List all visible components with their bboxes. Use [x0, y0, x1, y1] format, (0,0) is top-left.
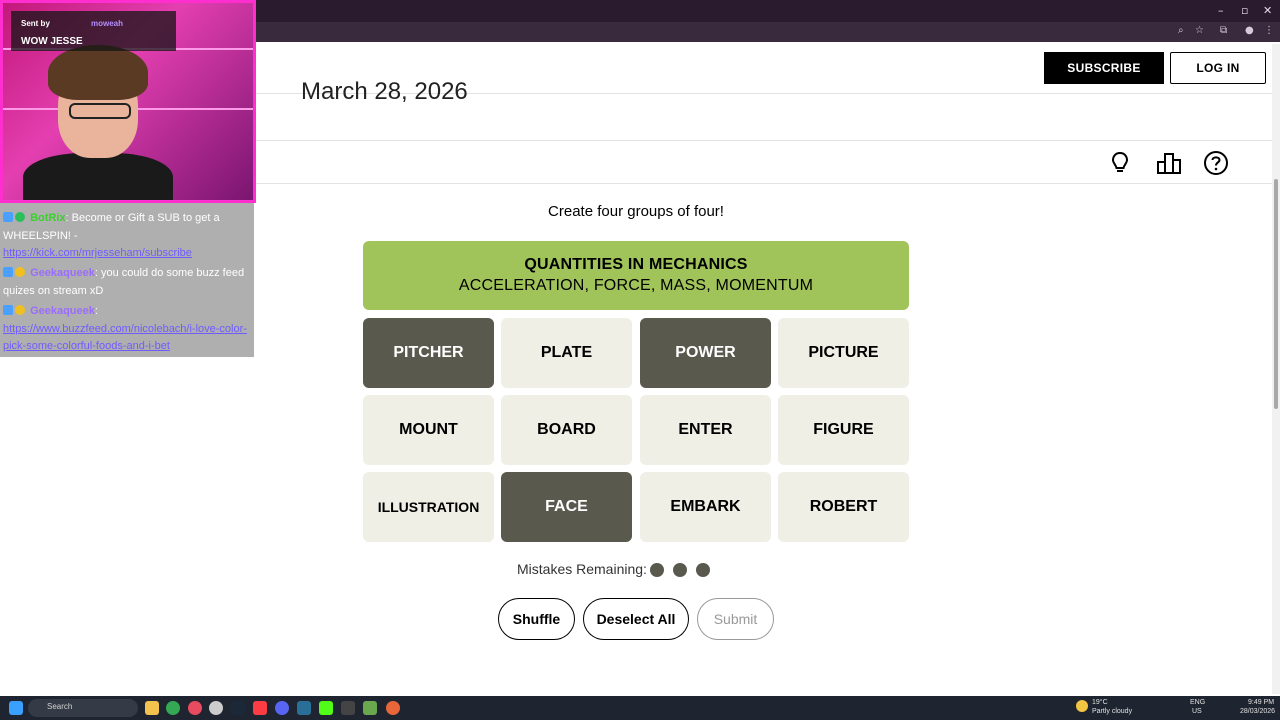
minimize-icon[interactable]: – — [1218, 4, 1224, 17]
chat-username: Geekaqueek — [30, 305, 95, 317]
mistake-dot — [650, 563, 664, 577]
zoom-icon[interactable]: ⌕ — [1178, 25, 1184, 36]
extensions-icon[interactable]: ⧉ — [1220, 25, 1227, 36]
taskbar-search-label: Search — [47, 702, 73, 711]
word-tile[interactable]: FIGURE — [778, 395, 909, 465]
language-region[interactable]: US — [1192, 708, 1202, 715]
leaderboard-icon[interactable] — [1155, 149, 1183, 177]
language-code[interactable]: ENG — [1190, 699, 1205, 706]
menu-icon[interactable]: ⋮ — [1264, 25, 1274, 36]
hint-bulb-icon[interactable] — [1106, 149, 1134, 177]
kick-icon[interactable] — [319, 701, 333, 715]
weather-desc: Partly cloudy — [1092, 708, 1133, 715]
weather-icon[interactable] — [1076, 700, 1088, 712]
sub-badge-icon — [15, 305, 25, 315]
word-tile[interactable]: FACE — [501, 472, 632, 542]
word-tile[interactable]: PICTURE — [778, 318, 909, 388]
close-icon[interactable]: ✕ — [1263, 4, 1272, 17]
solved-group-members: ACCELERATION, FORCE, MASS, MOMENTUM — [458, 277, 814, 294]
browser-icon[interactable] — [386, 701, 400, 715]
chatgpt-icon[interactable] — [209, 701, 223, 715]
mistakes-label: Mistakes Remaining: — [517, 561, 647, 577]
deselect-all-button[interactable]: Deselect All — [583, 598, 689, 640]
chat-message: BotRix: Become or Gift a SUB to get a WH… — [3, 210, 251, 263]
steam-icon[interactable] — [231, 701, 245, 715]
maximize-icon[interactable]: ▫ — [1241, 4, 1248, 17]
chat-text: : — [94, 305, 98, 317]
clock-date[interactable]: 28/03/2026 — [1240, 708, 1275, 715]
mistake-dot — [673, 563, 687, 577]
app-icon[interactable] — [297, 701, 311, 715]
chat-message: Geekaqueek: https://www.buzzfeed.com/nic… — [3, 303, 251, 356]
chrome-icon[interactable] — [166, 701, 180, 715]
start-icon[interactable] — [9, 701, 23, 715]
chat-link[interactable]: https://kick.com/mrjesseham/subscribe — [3, 247, 192, 259]
help-icon[interactable] — [1202, 149, 1230, 177]
alert-username: moweah — [91, 19, 124, 28]
chat-username: BotRix — [30, 212, 66, 224]
app-icon[interactable] — [188, 701, 202, 715]
bookmark-star-icon[interactable]: ☆ — [1195, 25, 1204, 36]
chat-badge-icon — [3, 267, 13, 277]
word-tile[interactable]: PLATE — [501, 318, 632, 388]
solved-group: QUANTITIES IN MECHANICS ACCELERATION, FO… — [363, 241, 909, 310]
taskbar-search[interactable] — [28, 699, 138, 717]
solved-group-title: QUANTITIES IN MECHANICS — [524, 256, 748, 273]
music-icon[interactable] — [253, 701, 267, 715]
streamer-glasses — [69, 103, 131, 119]
word-tile[interactable]: BOARD — [501, 395, 632, 465]
file-explorer-icon[interactable] — [145, 701, 159, 715]
capcut-icon[interactable] — [341, 701, 355, 715]
clock-time[interactable]: 9:49 PM — [1248, 699, 1274, 706]
weather-temp: 19°C — [1092, 699, 1108, 706]
os-taskbar: Search 19°C Partly cloudy ENG US 9:49 PM… — [0, 696, 1280, 720]
alert-message: WOW JESSE — [21, 36, 83, 47]
alert-sent-by: Sent by — [21, 19, 50, 28]
word-tile[interactable]: ILLUSTRATION — [363, 472, 494, 542]
sub-badge-icon — [15, 267, 25, 277]
discord-icon[interactable] — [275, 701, 289, 715]
webcam-overlay: Sent by moweah WOW JESSE — [0, 0, 256, 203]
word-tile[interactable]: ENTER — [640, 395, 771, 465]
shuffle-button[interactable]: Shuffle — [498, 598, 575, 640]
app-icon[interactable] — [363, 701, 377, 715]
word-tile[interactable]: ROBERT — [778, 472, 909, 542]
chat-badge-icon — [3, 305, 13, 315]
word-tile[interactable]: PITCHER — [363, 318, 494, 388]
verified-badge-icon — [15, 212, 25, 222]
chat-link[interactable]: https://www.buzzfeed.com/nicolebach/i-lo… — [3, 323, 247, 353]
word-tile[interactable]: EMBARK — [640, 472, 771, 542]
submit-button[interactable]: Submit — [697, 598, 774, 640]
subscribe-button[interactable]: SUBSCRIBE — [1044, 52, 1164, 84]
game-instruction: Create four groups of four! — [548, 203, 724, 220]
streamer-shirt — [23, 153, 173, 200]
word-tile[interactable]: MOUNT — [363, 395, 494, 465]
profile-icon[interactable]: ● — [1245, 25, 1254, 36]
page-scrollbar[interactable] — [1272, 44, 1280, 694]
login-button[interactable]: LOG IN — [1170, 52, 1266, 84]
chat-message: Geekaqueek: you could do some buzz feed … — [3, 265, 251, 300]
chat-username: Geekaqueek — [30, 267, 95, 279]
scrollbar-thumb[interactable] — [1274, 179, 1278, 409]
streamer-hair — [48, 45, 148, 100]
game-date: March 28, 2026 — [301, 78, 468, 105]
word-tile[interactable]: POWER — [640, 318, 771, 388]
mistake-dot — [696, 563, 710, 577]
chat-badge-icon — [3, 212, 13, 222]
chat-overlay: BotRix: Become or Gift a SUB to get a WH… — [0, 203, 254, 357]
